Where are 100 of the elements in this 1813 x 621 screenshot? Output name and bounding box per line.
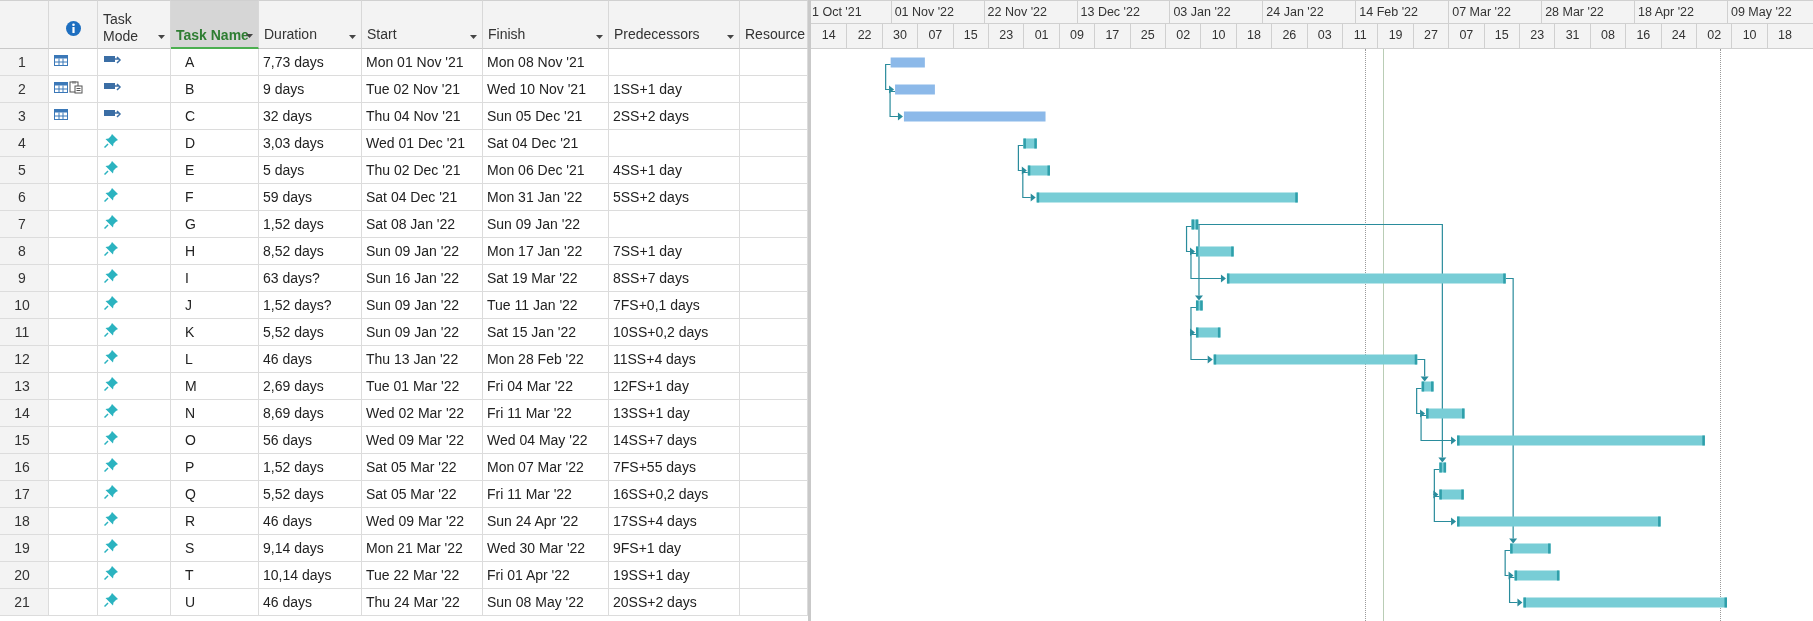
predecessor-value: 8SS+7 days bbox=[609, 265, 740, 292]
row-number[interactable]: 21 bbox=[0, 589, 49, 616]
auto-schedule-icon bbox=[104, 108, 122, 120]
table-cell bbox=[740, 130, 808, 157]
dependency-arrow bbox=[1017, 144, 1027, 175]
column-header[interactable]: Resource bbox=[740, 0, 808, 49]
table-cell bbox=[740, 481, 808, 508]
dropdown-caret-icon[interactable] bbox=[246, 34, 253, 38]
task-bar[interactable] bbox=[1195, 246, 1234, 257]
task-bar[interactable] bbox=[1023, 138, 1037, 149]
timescale-label: 10 bbox=[1200, 24, 1236, 48]
task-bar[interactable] bbox=[1457, 435, 1705, 446]
predecessor-value: 7SS+1 day bbox=[609, 238, 740, 265]
finish-date: Sun 05 Dec '21 bbox=[483, 103, 609, 130]
row-number[interactable]: 18 bbox=[0, 508, 49, 535]
pushpin-icon bbox=[104, 161, 118, 175]
row-number[interactable]: 20 bbox=[0, 562, 49, 589]
predecessor-value: 14SS+7 days bbox=[609, 427, 740, 454]
dropdown-caret-icon[interactable] bbox=[596, 35, 603, 39]
row-number[interactable]: 14 bbox=[0, 400, 49, 427]
task-bar[interactable] bbox=[1213, 354, 1418, 365]
predecessor-value: 1SS+1 day bbox=[609, 76, 740, 103]
timescale-label: 08 bbox=[1589, 24, 1626, 48]
row-number[interactable]: 7 bbox=[0, 211, 49, 238]
task-name: F bbox=[171, 184, 259, 211]
task-bar[interactable] bbox=[890, 57, 925, 68]
row-number[interactable]: 3 bbox=[0, 103, 49, 130]
row-number[interactable]: 13 bbox=[0, 373, 49, 400]
task-bar[interactable] bbox=[1027, 165, 1050, 176]
task-bar[interactable] bbox=[1439, 462, 1447, 473]
table-cell bbox=[740, 238, 808, 265]
timescale-label: 18 bbox=[1235, 24, 1272, 48]
finish-date: Sun 24 Apr '22 bbox=[483, 508, 609, 535]
timescale-label: 30 bbox=[881, 24, 918, 48]
pushpin-icon bbox=[104, 539, 118, 553]
table-cell bbox=[740, 157, 808, 184]
finish-date: Mon 28 Feb '22 bbox=[483, 346, 609, 373]
row-number[interactable]: 8 bbox=[0, 238, 49, 265]
task-bar[interactable] bbox=[1510, 543, 1551, 554]
row-number[interactable]: 16 bbox=[0, 454, 49, 481]
row-number[interactable]: 2 bbox=[0, 76, 49, 103]
duration-value: 8,69 days bbox=[259, 400, 362, 427]
timescale-label: 09 bbox=[1058, 24, 1095, 48]
task-bar[interactable] bbox=[1514, 570, 1560, 581]
task-name: G bbox=[171, 211, 259, 238]
finish-date: Sun 08 May '22 bbox=[483, 589, 609, 616]
timescale-label: 22 bbox=[846, 24, 882, 48]
duration-value: 56 days bbox=[259, 427, 362, 454]
task-bar[interactable] bbox=[1195, 327, 1221, 338]
dependency-arrow bbox=[1022, 171, 1036, 202]
row-number[interactable]: 4 bbox=[0, 130, 49, 157]
task-bar[interactable] bbox=[1439, 489, 1464, 500]
column-header[interactable]: Duration bbox=[259, 0, 362, 49]
column-header[interactable]: Task Name bbox=[171, 0, 259, 49]
finish-date: Mon 31 Jan '22 bbox=[483, 184, 609, 211]
column-header[interactable]: Start bbox=[362, 0, 483, 49]
column-header[interactable] bbox=[49, 0, 98, 49]
task-bar[interactable] bbox=[1226, 273, 1506, 284]
task-bar[interactable] bbox=[1195, 300, 1203, 311]
task-bar[interactable] bbox=[903, 111, 1046, 122]
pushpin-icon bbox=[104, 512, 118, 526]
task-bar[interactable] bbox=[1426, 408, 1465, 419]
table-cell bbox=[740, 427, 808, 454]
column-header[interactable]: Finish bbox=[483, 0, 609, 49]
task-bar[interactable] bbox=[1036, 192, 1298, 203]
predecessor-value: 12FS+1 day bbox=[609, 373, 740, 400]
row-number[interactable]: 15 bbox=[0, 427, 49, 454]
duration-value: 46 days bbox=[259, 346, 362, 373]
timescale-label: 01 bbox=[1023, 24, 1059, 48]
finish-date: Fri 11 Mar '22 bbox=[483, 481, 609, 508]
predecessor-value: 7FS+0,1 days bbox=[609, 292, 740, 319]
timescale-label: 1 Oct '21 bbox=[811, 4, 863, 21]
task-bar[interactable] bbox=[1191, 219, 1199, 230]
row-number[interactable]: 1 bbox=[0, 49, 49, 76]
finish-date: Fri 01 Apr '22 bbox=[483, 562, 609, 589]
task-bar[interactable] bbox=[1523, 597, 1727, 608]
row-number[interactable]: 6 bbox=[0, 184, 49, 211]
row-number[interactable]: 17 bbox=[0, 481, 49, 508]
column-header[interactable]: Predecessors bbox=[609, 0, 740, 49]
dropdown-caret-icon[interactable] bbox=[470, 35, 477, 39]
predecessor-value: 9FS+1 day bbox=[609, 535, 740, 562]
row-number[interactable]: 19 bbox=[0, 535, 49, 562]
column-header[interactable]: Task Mode bbox=[98, 0, 171, 49]
row-number[interactable]: 12 bbox=[0, 346, 49, 373]
row-number[interactable]: 5 bbox=[0, 157, 49, 184]
timescale-label: 02 bbox=[1696, 24, 1732, 48]
dropdown-caret-icon[interactable] bbox=[349, 35, 356, 39]
row-number[interactable]: 11 bbox=[0, 319, 49, 346]
task-bar[interactable] bbox=[1457, 516, 1661, 527]
start-date: Tue 01 Mar '22 bbox=[362, 373, 483, 400]
task-bar[interactable] bbox=[895, 84, 935, 95]
dropdown-caret-icon[interactable] bbox=[158, 35, 165, 39]
dropdown-caret-icon[interactable] bbox=[727, 35, 734, 39]
row-number[interactable]: 10 bbox=[0, 292, 49, 319]
table-cell bbox=[740, 49, 808, 76]
task-bar[interactable] bbox=[1421, 381, 1434, 392]
row-number[interactable]: 9 bbox=[0, 265, 49, 292]
task-name: P bbox=[171, 454, 259, 481]
task-name: S bbox=[171, 535, 259, 562]
predecessor-value: 2SS+2 days bbox=[609, 103, 740, 130]
